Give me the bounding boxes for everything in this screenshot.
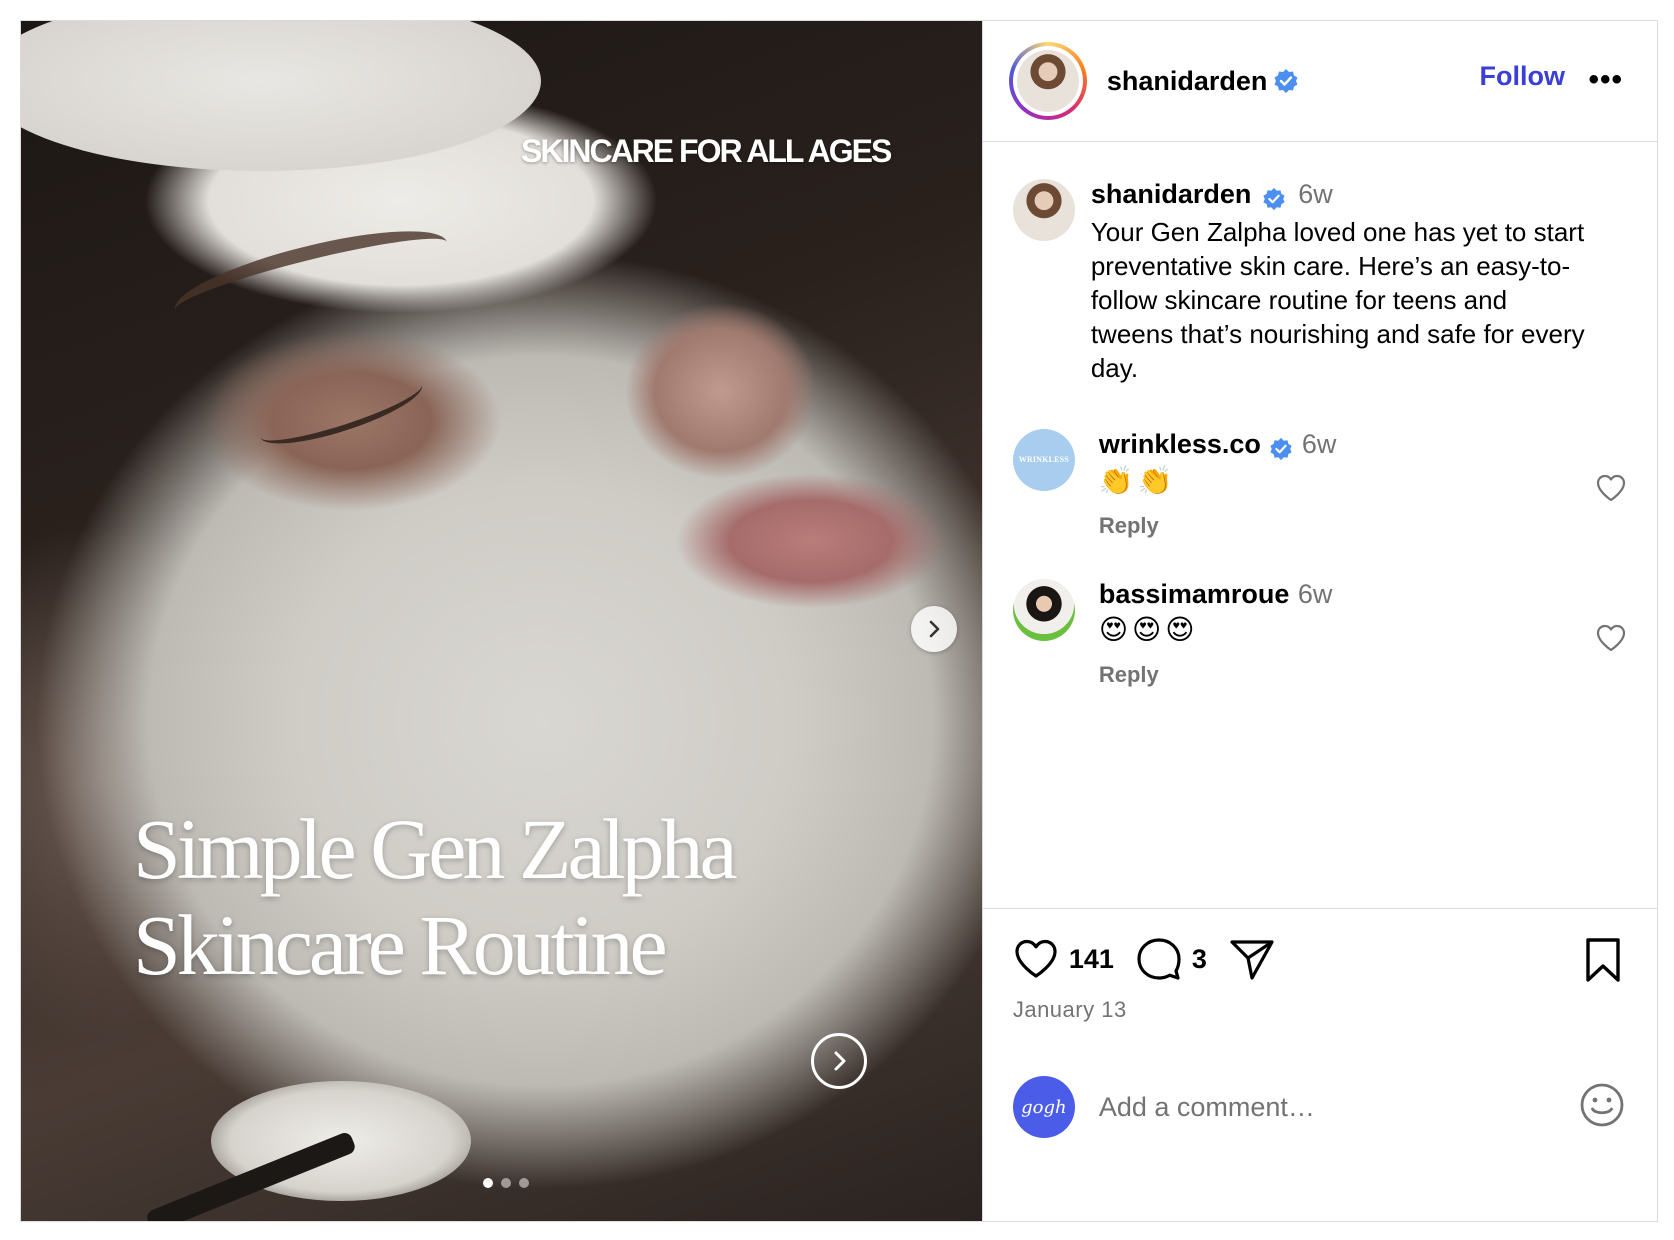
action-bar: 141 3 January 13 (982, 908, 1657, 1023)
carousel-dot (501, 1178, 511, 1188)
caption-avatar[interactable] (1012, 179, 1075, 241)
add-comment-bar: gogh (1012, 1076, 1627, 1138)
media-overlay-title-line1: Simple Gen Zalpha (133, 801, 738, 897)
closed-eye-shape (253, 365, 429, 457)
caption-timestamp[interactable]: 6w (1298, 179, 1333, 209)
follow-button[interactable]: Follow (1480, 61, 1565, 92)
post-side-panel: shanidarden Follow ••• shanidarden 6w Yo… (981, 21, 1657, 1221)
like-button[interactable]: 141 (1013, 938, 1136, 980)
caption-body: shanidarden 6w Your Gen Zalpha loved one… (1091, 179, 1627, 385)
emoji-smiley-icon[interactable] (1579, 1082, 1625, 1128)
caption-row: shanidarden 6w Your Gen Zalpha loved one… (1012, 179, 1627, 385)
comment-username[interactable]: wrinkless.co (1099, 429, 1261, 459)
brow-shape (167, 213, 455, 339)
comment-bubble-icon (1137, 938, 1181, 980)
comment-text: 👏👏 (1098, 464, 1177, 496)
comment-row: WRINKLESS wrinkless.co 6w 👏👏 Reply (1012, 428, 1627, 539)
reply-button[interactable]: Reply (1099, 662, 1627, 688)
commenter-avatar[interactable]: WRINKLESS (1012, 428, 1075, 491)
add-comment-input[interactable] (1098, 1091, 1499, 1123)
comment-button[interactable]: 3 (1136, 937, 1229, 981)
comment-username[interactable]: bassimamroue (1099, 579, 1290, 609)
caption-username[interactable]: shanidarden (1091, 179, 1252, 209)
paper-plane-icon (1230, 940, 1274, 980)
towel-shape (21, 21, 541, 171)
avatar-logo-text: gogh (1021, 1096, 1067, 1118)
like-count[interactable]: 141 (1069, 944, 1114, 975)
comment-body: wrinkless.co 6w 👏👏 Reply (1099, 429, 1627, 539)
carousel-dots (483, 1178, 529, 1188)
author-story-ring[interactable] (1008, 42, 1087, 120)
commenter-avatar[interactable] (1012, 578, 1075, 641)
avatar-logo-text: WRINKLESS (1018, 455, 1069, 465)
author-username[interactable]: shanidarden (1107, 66, 1268, 97)
reply-button[interactable]: Reply (1099, 513, 1627, 539)
comment-count[interactable]: 3 (1192, 944, 1207, 975)
comment-text: 😍😍😍 (1098, 613, 1199, 645)
like-comment-heart-icon[interactable] (1595, 473, 1627, 503)
post-media[interactable]: SKINCARE FOR ALL AGES Simple Gen Zalpha … (21, 21, 982, 1221)
carousel-dot (483, 1178, 493, 1188)
post-header: shanidarden Follow ••• (982, 21, 1657, 142)
chevron-right-icon (929, 620, 940, 638)
action-buttons: 141 3 (1013, 937, 1627, 981)
comment-row: bassimamroue 6w 😍😍😍 Reply (1012, 578, 1627, 688)
comment-body: bassimamroue 6w 😍😍😍 Reply (1099, 579, 1627, 688)
verified-badge-icon (1270, 437, 1292, 460)
media-overlay-title-line2: Skincare Routine (133, 897, 668, 993)
comments-list: shanidarden 6w Your Gen Zalpha loved one… (983, 143, 1657, 903)
like-comment-heart-icon[interactable] (1595, 623, 1627, 653)
caption-text: Your Gen Zalpha loved one has yet to sta… (1090, 216, 1585, 383)
media-overlay-tagline: SKINCARE FOR ALL AGES (521, 133, 892, 169)
post-date[interactable]: January 13 (1013, 997, 1627, 1023)
post-container: SKINCARE FOR ALL AGES Simple Gen Zalpha … (20, 20, 1658, 1222)
media-swipe-indicator (811, 1033, 867, 1089)
verified-badge-icon (1274, 69, 1298, 93)
chevron-right-icon (834, 1051, 846, 1071)
comment-timestamp[interactable]: 6w (1298, 579, 1333, 609)
heart-icon (1015, 939, 1057, 978)
current-user-avatar: gogh (1012, 1076, 1075, 1138)
share-button[interactable] (1229, 937, 1275, 981)
carousel-dot (519, 1178, 529, 1188)
comment-timestamp[interactable]: 6w (1302, 429, 1337, 459)
verified-badge-icon (1263, 187, 1285, 210)
more-options-button[interactable]: ••• (1588, 63, 1623, 97)
carousel-next-button[interactable] (911, 606, 957, 652)
story-ring-inner (1012, 46, 1083, 116)
media-overlay-title: Simple Gen Zalpha Skincare Routine (133, 801, 773, 993)
author-avatar (1016, 50, 1079, 112)
bookmark-icon[interactable] (1583, 937, 1623, 983)
